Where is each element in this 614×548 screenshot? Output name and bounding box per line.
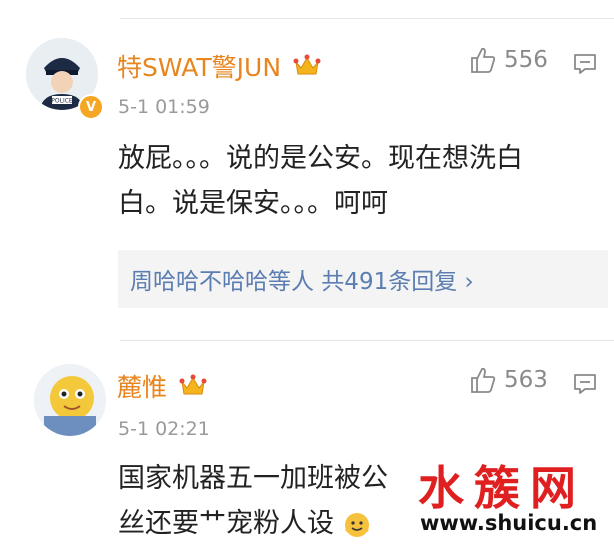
crown-icon <box>179 374 207 404</box>
comment-body: 国家机器五一加班被公 丝还要艹宠粉人设 <box>118 456 388 546</box>
comment-line: 国家机器五一加班被公 <box>118 463 388 494</box>
username[interactable]: 特SWAT警JUN <box>117 48 321 84</box>
crown-icon <box>293 54 321 84</box>
comment-line: 白。说是保安。。。呵呵 <box>118 188 388 219</box>
emoji-icon <box>344 512 369 537</box>
verified-badge: V <box>78 94 104 120</box>
comment-divider <box>120 340 614 341</box>
username-text[interactable]: 特SWAT警JUN <box>117 53 281 82</box>
like-count: 556 <box>504 47 548 73</box>
top-divider <box>120 18 614 19</box>
comment-line: 丝还要艹宠粉人设 <box>118 501 388 546</box>
comment-body: 放屁。。。说的是公安。现在想洗白 白。说是保安。。。呵呵 <box>118 136 523 226</box>
like-count: 563 <box>504 367 548 393</box>
avatar-police-label: POLICE <box>51 98 73 105</box>
watermark-url: www.shuicu.cn <box>420 511 598 535</box>
like-button[interactable]: 563 <box>470 366 548 394</box>
replies-link[interactable]: 周哈哈不哈哈等人 共491条回复 › <box>130 262 474 296</box>
reply-icon[interactable] <box>573 52 597 80</box>
comment-line: 放屁。。。说的是公安。现在想洗白 <box>118 143 523 174</box>
replies-box[interactable]: 周哈哈不哈哈等人 共491条回复 › <box>118 250 608 308</box>
reply-icon[interactable] <box>573 372 597 400</box>
thumbs-up-icon <box>471 47 496 73</box>
timestamp: 5-1 01:59 <box>118 96 210 118</box>
timestamp: 5-1 02:21 <box>118 418 210 440</box>
watermark-logo: 水簇网 <box>418 461 586 515</box>
username[interactable]: 麓惟 <box>117 368 207 404</box>
thumbs-up-icon <box>471 367 496 393</box>
username-text[interactable]: 麓惟 <box>117 373 167 402</box>
comment-line-text: 丝还要艹宠粉人设 <box>118 508 334 539</box>
like-button[interactable]: 556 <box>470 46 548 74</box>
avatar[interactable] <box>34 364 106 436</box>
